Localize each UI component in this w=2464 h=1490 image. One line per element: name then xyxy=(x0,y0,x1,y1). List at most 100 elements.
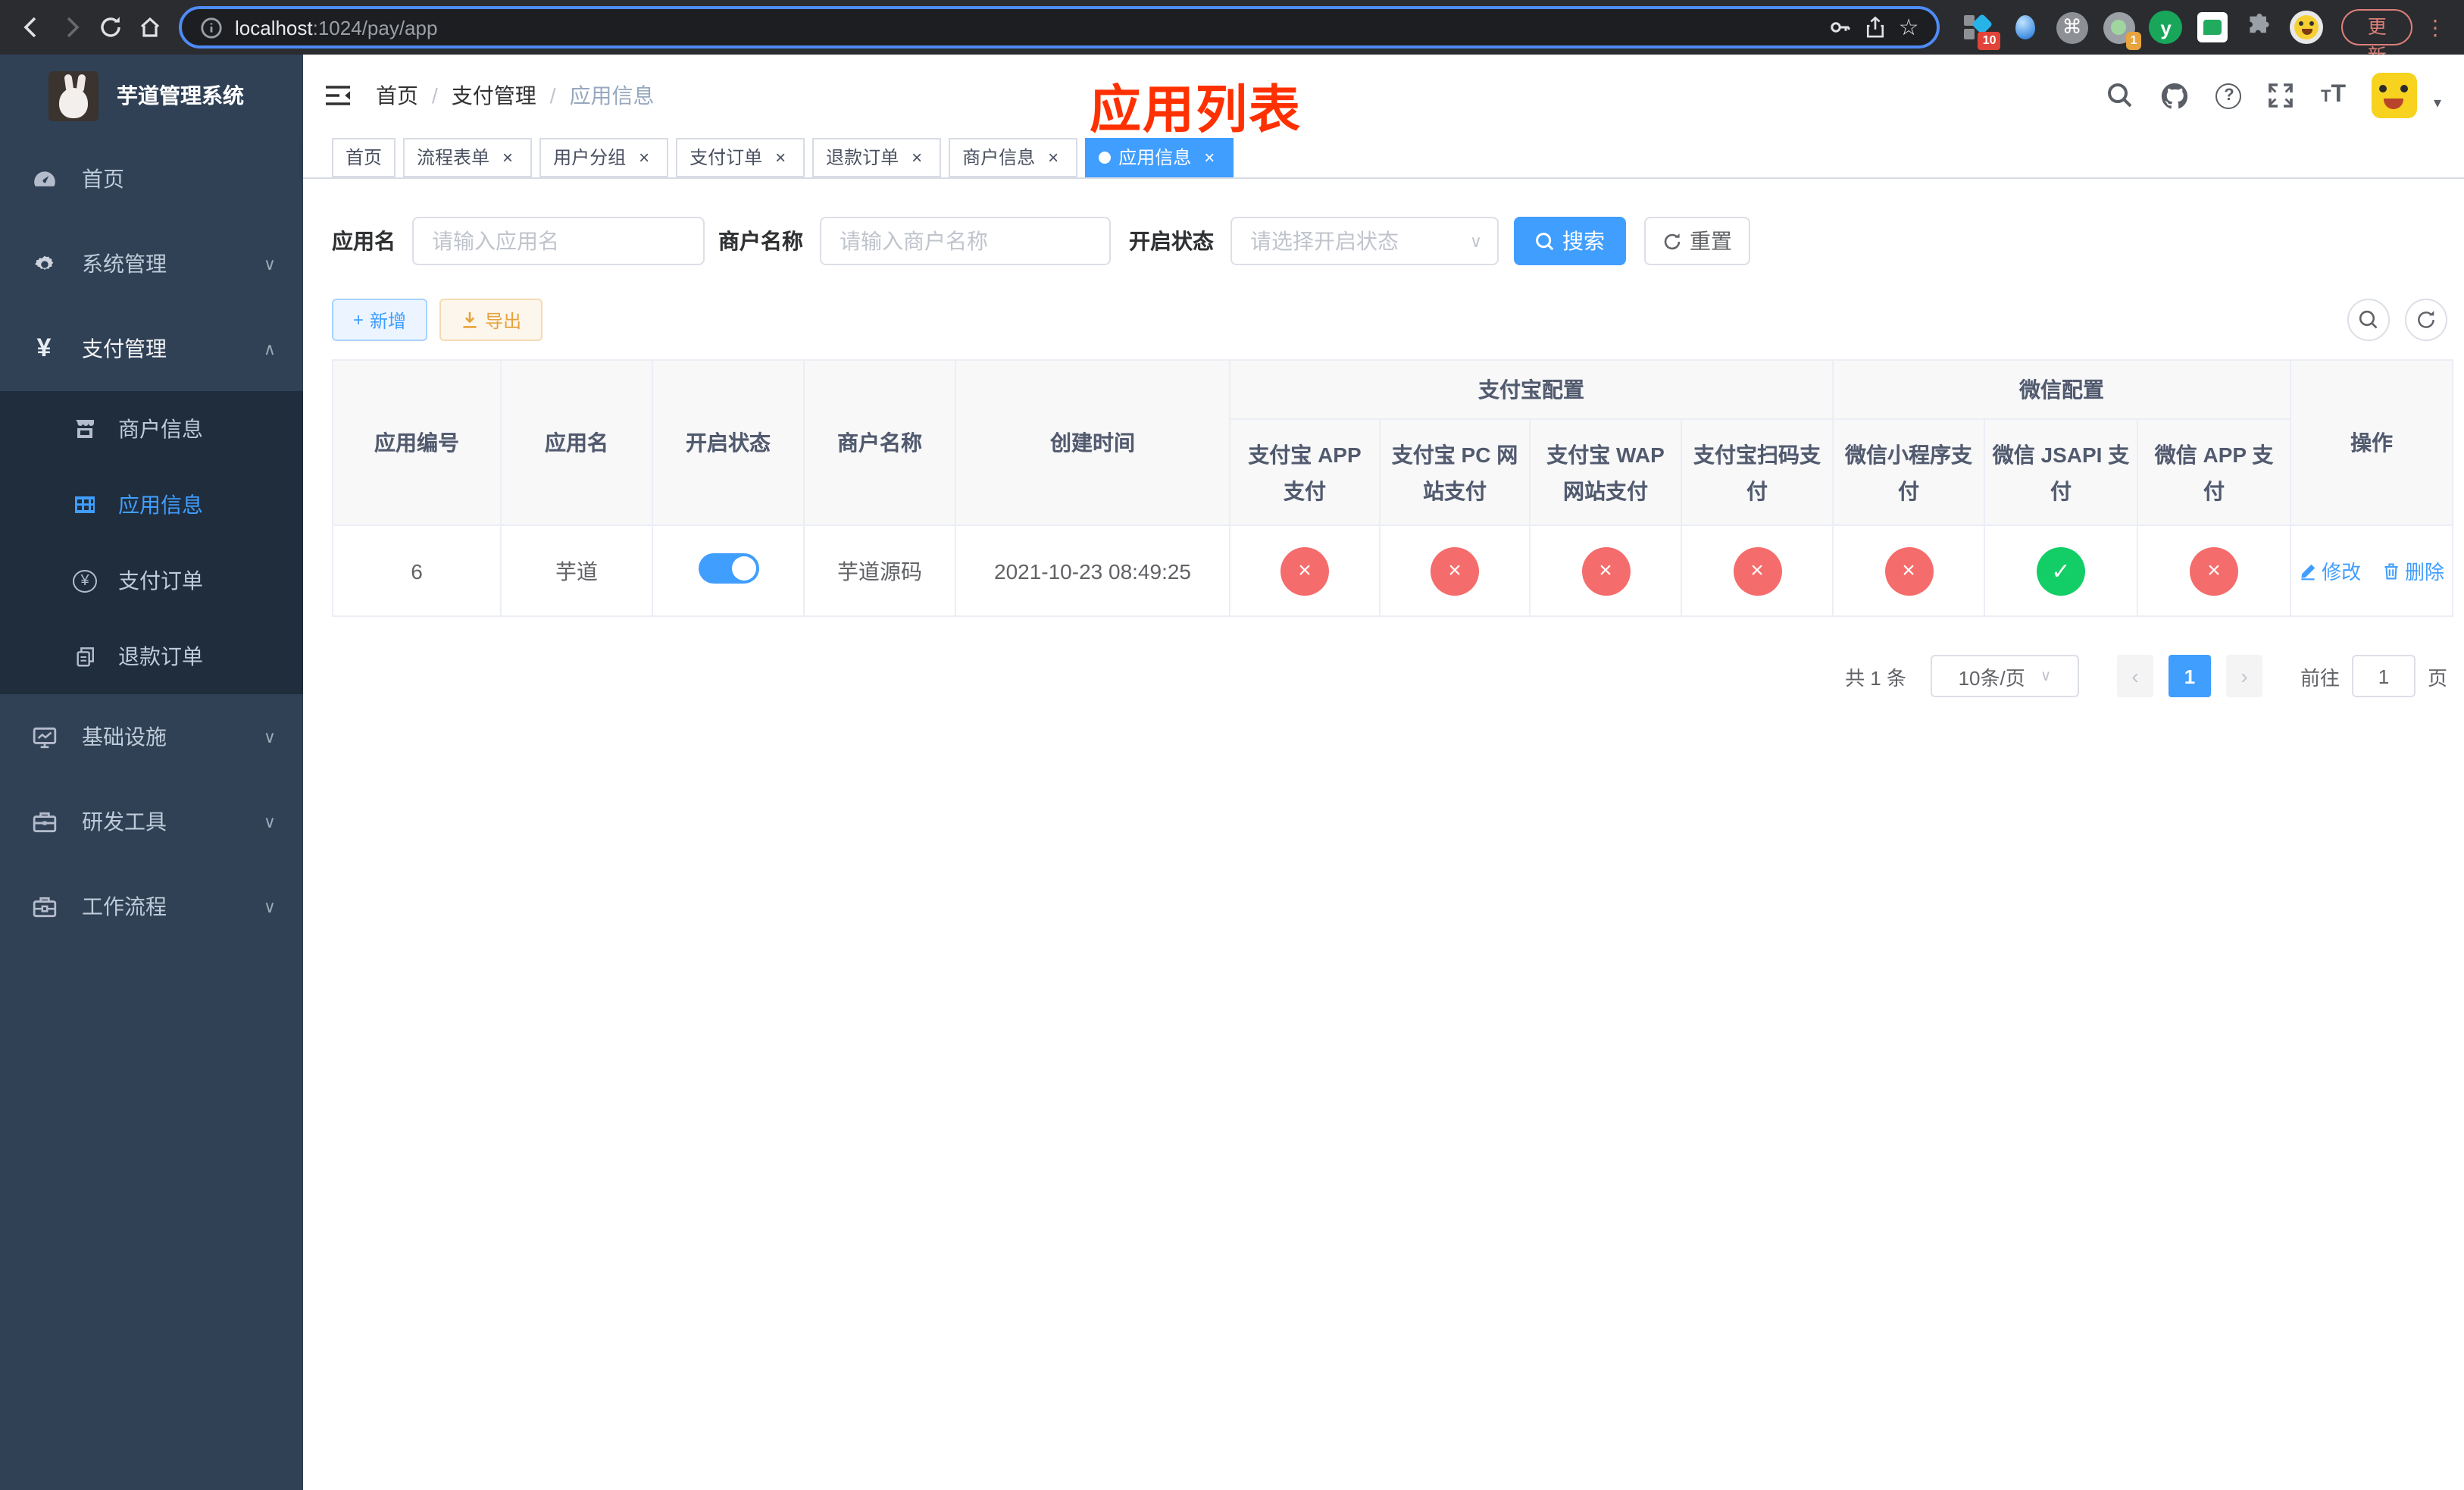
goto-page-input[interactable] xyxy=(2352,655,2416,697)
extension-chat-icon[interactable] xyxy=(2197,11,2230,44)
address-bar[interactable]: localhost:1024/pay/app ☆ xyxy=(179,6,1940,49)
payment-submenu: 商户信息 应用信息 ¥ 支付订单 退款订单 xyxy=(0,391,303,694)
browser-home-icon[interactable] xyxy=(130,8,170,47)
breadcrumb-payment[interactable]: 支付管理 xyxy=(452,80,536,111)
sidebar-item-dev-tools[interactable]: 研发工具 ∨ xyxy=(0,779,303,864)
extension-y-icon[interactable]: y xyxy=(2149,11,2183,44)
status-select[interactable]: 请选择开启状态 ∨ xyxy=(1230,217,1499,265)
extension-balloon-icon[interactable] xyxy=(2009,11,2042,44)
wechat-mini-disabled-icon: × xyxy=(1884,546,1933,595)
prev-page-button[interactable]: ‹ xyxy=(2117,655,2153,697)
tab-pay-orders[interactable]: 支付订单 × xyxy=(676,137,805,177)
extension-command-icon[interactable]: ⌘ xyxy=(2056,11,2089,44)
browser-menu-icon[interactable]: ⋮ xyxy=(2425,14,2446,40)
cell-app-id: 6 xyxy=(332,524,502,617)
next-page-button[interactable]: › xyxy=(2226,655,2262,697)
page-number-1[interactable]: 1 xyxy=(2169,655,2211,697)
pagination: 共 1 条 10条/页 ∨ ‹ 1 › 前往 页 xyxy=(332,655,2453,697)
tab-close-icon[interactable]: × xyxy=(770,146,791,167)
table-row: 6 芋道 芋道源码 2021-10-23 08:49:25 × × × × × … xyxy=(332,524,2454,617)
add-button[interactable]: + 新增 xyxy=(332,299,428,341)
bookmark-star-icon[interactable]: ☆ xyxy=(1899,14,1919,41)
sidebar-item-home[interactable]: 首页 xyxy=(0,136,303,221)
sidebar-item-app-info[interactable]: 应用信息 xyxy=(0,467,303,543)
tab-app-info[interactable]: 应用信息 × xyxy=(1085,137,1234,177)
extension-badge: 1 xyxy=(2125,32,2142,50)
extensions-puzzle-icon[interactable] xyxy=(2244,11,2277,44)
help-icon[interactable]: ? xyxy=(2215,83,2242,108)
fullscreen-icon[interactable] xyxy=(2268,82,2295,109)
tab-process-form[interactable]: 流程表单 × xyxy=(403,137,533,177)
sidebar-item-merchant-info[interactable]: 商户信息 xyxy=(0,391,303,467)
tab-refund-orders[interactable]: 退款订单 × xyxy=(812,137,942,177)
password-key-icon[interactable] xyxy=(1828,15,1852,39)
app-name-input[interactable] xyxy=(412,217,705,265)
alipay-app-disabled-icon: × xyxy=(1280,546,1329,595)
alipay-qr-disabled-icon: × xyxy=(1733,546,1781,595)
search-button[interactable]: 搜索 xyxy=(1514,217,1626,265)
site-info-icon[interactable] xyxy=(200,16,223,39)
table-tools xyxy=(2347,299,2448,341)
tab-close-icon[interactable]: × xyxy=(1199,146,1220,167)
tab-user-group[interactable]: 用户分组 × xyxy=(539,137,669,177)
cell-app-name: 芋道 xyxy=(500,524,653,617)
sidebar-item-system[interactable]: 系统管理 ∨ xyxy=(0,221,303,306)
browser-profile-avatar[interactable] xyxy=(2290,11,2324,44)
col-create-time: 创建时间 xyxy=(955,359,1230,526)
top-navbar: 首页 / 支付管理 / 应用信息 应用列表 ? TT ▾ xyxy=(303,55,2464,139)
browser-back-icon[interactable] xyxy=(12,8,52,47)
col-app-name: 应用名 xyxy=(500,359,653,526)
page-size-select[interactable]: 10条/页 ∨ xyxy=(1931,655,2079,697)
breadcrumb: 首页 / 支付管理 / 应用信息 xyxy=(376,80,655,111)
col-status: 开启状态 xyxy=(652,359,805,526)
font-size-icon[interactable]: TT xyxy=(2321,82,2346,109)
sidebar-logo[interactable]: 芋道管理系统 xyxy=(0,55,303,136)
plus-icon: + xyxy=(353,309,364,330)
shop-icon xyxy=(73,417,97,441)
sidebar-item-infrastructure[interactable]: 基础设施 ∨ xyxy=(0,694,303,779)
github-icon[interactable] xyxy=(2160,81,2190,110)
merchant-name-input[interactable] xyxy=(820,217,1111,265)
browser-forward-icon[interactable] xyxy=(52,8,91,47)
toolbox-icon xyxy=(30,809,58,834)
browser-update-button[interactable]: 更新 xyxy=(2341,9,2412,67)
sidebar-item-refund-orders[interactable]: 退款订单 xyxy=(0,618,303,694)
cell-status xyxy=(652,524,805,617)
search-icon[interactable] xyxy=(2107,82,2134,109)
tab-close-icon[interactable]: × xyxy=(1043,146,1064,167)
hide-search-button[interactable] xyxy=(2347,299,2391,341)
tab-close-icon[interactable]: × xyxy=(633,146,655,167)
tab-merchant-info[interactable]: 商户信息 × xyxy=(949,137,1078,177)
share-icon[interactable] xyxy=(1864,15,1887,39)
breadcrumb-home[interactable]: 首页 xyxy=(376,80,418,111)
status-toggle[interactable] xyxy=(698,553,758,584)
delete-link[interactable]: 删除 xyxy=(2382,556,2444,585)
reset-button[interactable]: 重置 xyxy=(1644,217,1750,265)
wechat-jsapi-enabled-icon: ✓ xyxy=(2037,546,2085,595)
browser-reload-icon[interactable] xyxy=(91,8,130,47)
alipay-wap-disabled-icon: × xyxy=(1581,546,1630,595)
export-button[interactable]: 导出 xyxy=(439,299,543,341)
logo-image xyxy=(48,70,98,121)
extension-blue-diamond-icon[interactable]: 10 xyxy=(1962,11,2001,50)
col-alipay-wap: 支付宝 WAP 网站支付 xyxy=(1529,418,1682,526)
goto-suffix: 页 xyxy=(2428,666,2448,689)
sidebar-item-payment[interactable]: ¥ 支付管理 ∧ xyxy=(0,306,303,391)
edit-link[interactable]: 修改 xyxy=(2299,556,2361,585)
extension-camera-icon[interactable]: 1 xyxy=(2103,11,2142,50)
col-app-id: 应用编号 xyxy=(332,359,502,526)
tab-close-icon[interactable]: × xyxy=(497,146,518,167)
col-wechat-jsapi: 微信 JSAPI 支付 xyxy=(1984,418,2138,526)
sidebar-item-pay-orders[interactable]: ¥ 支付订单 xyxy=(0,543,303,618)
sidebar-item-workflow[interactable]: 工作流程 ∨ xyxy=(0,864,303,949)
tabs-bar: 首页 流程表单 × 用户分组 × 支付订单 × 退款订单 × 商户信息 × 应用信息 × xyxy=(303,136,2464,179)
tab-close-icon[interactable]: × xyxy=(906,146,927,167)
avatar-caret-icon[interactable]: ▾ xyxy=(2434,95,2441,118)
alipay-config-group-header: 支付宝配置 xyxy=(1229,359,1834,420)
user-avatar[interactable] xyxy=(2372,73,2417,118)
tab-home[interactable]: 首页 xyxy=(332,137,396,177)
refresh-button[interactable] xyxy=(2405,299,2448,341)
sidebar: 芋道管理系统 首页 系统管理 ∨ ¥ 支付管理 ∧ 商户信息 应用信息 ¥ 支付… xyxy=(0,55,303,1490)
breadcrumb-current: 应用信息 xyxy=(569,83,655,108)
sidebar-collapse-icon[interactable] xyxy=(324,83,352,108)
